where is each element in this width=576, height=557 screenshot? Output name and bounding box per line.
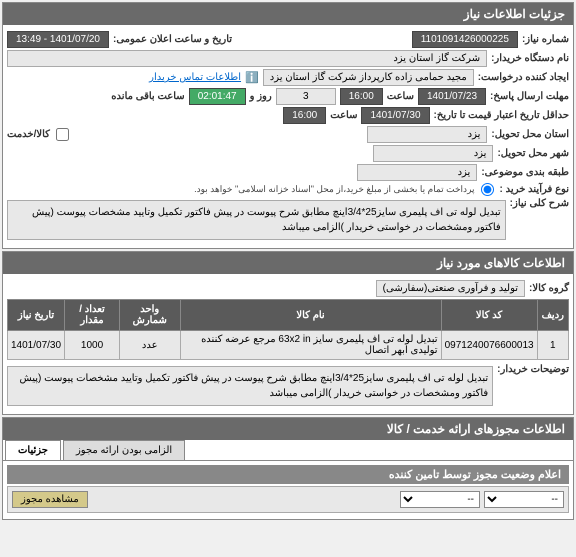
validity-label: حداقل تاریخ اعتبار قیمت تا تاریخ: <box>434 110 569 121</box>
province-value: یزد <box>367 126 487 143</box>
group-value: تولید و فرآوری صنعتی(سفارشی) <box>376 280 525 297</box>
remain-label: ساعت باقی مانده <box>111 91 184 102</box>
cell-date: 1401/07/30 <box>8 331 65 360</box>
buyer-label: نام دستگاه خریدار: <box>491 53 569 64</box>
goods-info-panel: اطلاعات کالاهای مورد نیاز گروه کالا: تول… <box>2 251 574 415</box>
panel2-header: اطلاعات کالاهای مورد نیاز <box>3 252 573 274</box>
contact-link[interactable]: اطلاعات تماس خریدار <box>149 72 241 83</box>
time-label2: ساعت <box>330 110 357 121</box>
desc-text: تبدیل لوله تی اف پلیمری سایز25*3/4اینچ م… <box>7 200 506 240</box>
day-label: روز و <box>250 91 272 102</box>
deadline-time: 16:00 <box>340 88 383 105</box>
col-date: تاریخ نیاز <box>8 300 65 331</box>
announce-value: 1401/07/20 - 13:49 <box>7 31 109 48</box>
payment-note: پرداخت تمام یا بخشی از مبلغ خرید،از محل … <box>194 184 474 195</box>
creator-value: مجید حمامی زاده کارپرداز شرکت گاز استان … <box>263 69 474 86</box>
cell-name: تبدیل لوله تی اف پلیمری سایز 63x2 in مرج… <box>180 331 441 360</box>
status-select-1[interactable]: -- <box>484 491 564 508</box>
panel3-header: اطلاعات مجوزهای ارائه خدمت / کالا <box>3 418 573 440</box>
purchase-type-label: نوع فرآیند خرید : <box>500 184 569 195</box>
need-no-label: شماره نیاز: <box>522 34 569 45</box>
creator-label: ایجاد کننده درخواست: <box>478 72 569 83</box>
cell-qty: 1000 <box>65 331 120 360</box>
col-row: ردیف <box>537 300 568 331</box>
budget-label: طبقه بندی موضوعی: <box>481 167 569 178</box>
table-row[interactable]: 1 0971240076600013 تبدیل لوله تی اف پلیم… <box>8 331 569 360</box>
service-checkbox[interactable] <box>56 128 69 141</box>
cell-row: 1 <box>537 331 568 360</box>
buyer-notes: تبدیل لوله تی اف پلیمری سایز25*3/4اینچ م… <box>7 366 493 406</box>
status-header: اعلام وضعیت مجوز توسط تامین کننده <box>7 465 569 484</box>
tab-details[interactable]: جزئیات <box>5 440 61 460</box>
desc-label: شرح کلی نیاز: <box>510 198 569 209</box>
deadline-date: 1401/07/23 <box>418 88 486 105</box>
col-qty: تعداد / مقدار <box>65 300 120 331</box>
tab-row: الزامی بودن ارائه مجوز جزئیات <box>3 440 573 461</box>
budget-value: یزد <box>357 164 477 181</box>
remain-time: 02:01:47 <box>189 88 246 105</box>
buyer-notes-label: توضیحات خریدار: <box>497 364 569 375</box>
days-left: 3 <box>276 88 336 105</box>
cell-unit: عدد <box>119 331 180 360</box>
info-icon: ℹ️ <box>245 71 259 84</box>
validity-date: 1401/07/30 <box>361 107 429 124</box>
view-permit-button[interactable]: مشاهده مجوز <box>12 491 88 508</box>
city-value: یزد <box>373 145 493 162</box>
need-details-panel: جزئیات اطلاعات نیاز شماره نیاز: 11010914… <box>2 2 574 249</box>
announce-label: تاریخ و ساعت اعلان عمومی: <box>113 34 232 45</box>
col-name: نام کالا <box>180 300 441 331</box>
validity-time: 16:00 <box>283 107 326 124</box>
table-header-row: ردیف کد کالا نام کالا واحد شمارش تعداد /… <box>8 300 569 331</box>
group-label: گروه کالا: <box>529 283 569 294</box>
time-label1: ساعت <box>387 91 414 102</box>
panel1-header: جزئیات اطلاعات نیاز <box>3 3 573 25</box>
deadline-label: مهلت ارسال پاسخ: <box>490 91 569 102</box>
buyer-value: شرکت گاز استان یزد <box>7 50 487 67</box>
city-label: شهر محل تحویل: <box>497 148 569 159</box>
tab-mandatory[interactable]: الزامی بودن ارائه مجوز <box>63 440 185 460</box>
need-no-value: 1101091426000225 <box>412 31 518 48</box>
col-unit: واحد شمارش <box>119 300 180 331</box>
purchase-type-radio[interactable] <box>481 183 494 196</box>
status-select-2[interactable]: -- <box>400 491 480 508</box>
service-label: کالا/خدمت <box>7 129 50 140</box>
goods-table: ردیف کد کالا نام کالا واحد شمارش تعداد /… <box>7 299 569 360</box>
col-code: کد کالا <box>441 300 537 331</box>
province-label: استان محل تحویل: <box>491 129 569 140</box>
cell-code: 0971240076600013 <box>441 331 537 360</box>
permits-panel: اطلاعات مجوزهای ارائه خدمت / کالا الزامی… <box>2 417 574 520</box>
